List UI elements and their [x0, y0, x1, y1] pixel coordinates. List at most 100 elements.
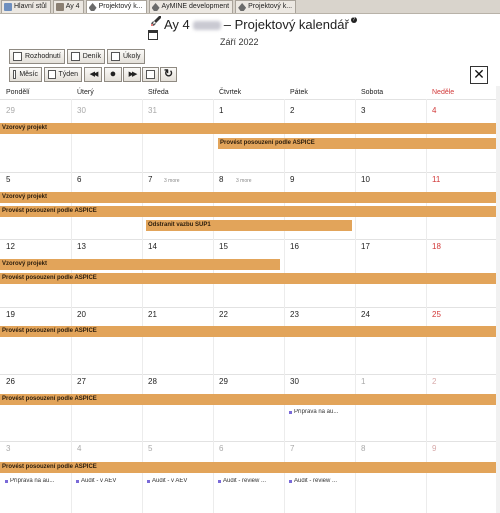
- weekday-fri: Pátek: [290, 89, 308, 96]
- page-title: Ay 4 – Projektový kalendář?: [164, 17, 357, 32]
- event-bar[interactable]: Provést posouzení podle ASPICE: [0, 326, 496, 337]
- tasks-icon: [111, 52, 120, 61]
- diary-button[interactable]: Deník: [67, 49, 105, 64]
- tab-home[interactable]: Hlavní stůl: [1, 0, 51, 13]
- next-button[interactable]: ▶▶: [123, 67, 141, 82]
- day-number[interactable]: 8: [361, 444, 365, 453]
- event-item[interactable]: Příprava na au...: [289, 409, 351, 415]
- refresh-button[interactable]: ↻: [160, 67, 177, 82]
- event-dot-icon: [5, 479, 8, 483]
- event-bar[interactable]: Vzorový projekt: [0, 123, 496, 134]
- day-number[interactable]: 13: [77, 242, 86, 251]
- grid-line: [0, 99, 500, 100]
- day-number[interactable]: 20: [77, 310, 86, 319]
- more-events-link[interactable]: 3 more: [164, 178, 180, 184]
- scrollbar[interactable]: [496, 86, 500, 513]
- event-bar[interactable]: Provést posouzení podle ASPICE: [0, 394, 496, 405]
- day-number[interactable]: 2: [290, 106, 294, 115]
- day-number[interactable]: 7: [148, 175, 152, 184]
- day-number[interactable]: 15: [219, 242, 228, 251]
- day-number[interactable]: 25: [432, 310, 441, 319]
- grid-line: [0, 307, 500, 308]
- tab-label: Ay 4: [65, 3, 80, 10]
- day-number[interactable]: 17: [361, 242, 370, 251]
- event-bar[interactable]: Odstranit vazbu SUP1: [146, 220, 352, 231]
- tab-label: Projektový k...: [98, 3, 143, 10]
- event-item[interactable]: Audit - v AEV: [147, 478, 209, 484]
- day-number[interactable]: 31: [148, 106, 157, 115]
- event-bar[interactable]: Vzorový projekt: [0, 259, 280, 270]
- export-button[interactable]: [142, 67, 159, 82]
- event-item[interactable]: Audit - v AEV: [76, 478, 138, 484]
- project-icon: [55, 3, 64, 11]
- day-number[interactable]: 4: [77, 444, 81, 453]
- event-bar[interactable]: Provést posouzení podle ASPICE: [218, 138, 496, 149]
- day-number[interactable]: 12: [6, 242, 15, 251]
- day-number[interactable]: 14: [148, 242, 157, 251]
- help-icon[interactable]: ?: [350, 17, 357, 23]
- day-number[interactable]: 23: [290, 310, 299, 319]
- day-number[interactable]: 21: [148, 310, 157, 319]
- day-number[interactable]: 11: [432, 175, 440, 184]
- tab-project[interactable]: Ay 4: [52, 0, 84, 13]
- event-label: Audit - v AEV: [81, 478, 117, 484]
- day-number[interactable]: 7: [290, 444, 294, 453]
- day-number[interactable]: 26: [6, 377, 15, 386]
- day-number[interactable]: 1: [219, 106, 223, 115]
- decisions-button[interactable]: Rozhodnutí: [9, 49, 65, 64]
- week-view-button[interactable]: Týden: [44, 67, 82, 82]
- weekday-sat: Sobota: [361, 89, 384, 96]
- day-number[interactable]: 3: [361, 106, 365, 115]
- day-number[interactable]: 27: [77, 377, 86, 386]
- day-number[interactable]: 30: [290, 377, 299, 386]
- close-button[interactable]: ✕: [470, 66, 488, 84]
- day-number[interactable]: 22: [219, 310, 228, 319]
- tab-label: Hlavní stůl: [14, 3, 47, 10]
- rocket-icon: [238, 3, 247, 11]
- day-number[interactable]: 5: [6, 175, 10, 184]
- tab-project-calendar-active[interactable]: Projektový k...: [85, 0, 147, 13]
- day-number[interactable]: 3: [6, 444, 10, 453]
- event-bar[interactable]: Vzorový projekt: [0, 192, 496, 203]
- day-number[interactable]: 29: [6, 106, 15, 115]
- day-number[interactable]: 28: [148, 377, 157, 386]
- event-item[interactable]: Příprava na au...: [5, 478, 67, 484]
- event-item[interactable]: Audit - review ...: [218, 478, 280, 484]
- tasks-button[interactable]: Úkoly: [107, 49, 145, 64]
- day-number[interactable]: 1: [361, 377, 365, 386]
- event-item[interactable]: Audit - review ...: [289, 478, 351, 484]
- day-number[interactable]: 10: [361, 175, 370, 184]
- tab-project-calendar-2[interactable]: Projektový k...: [235, 0, 297, 13]
- day-number[interactable]: 16: [290, 242, 299, 251]
- day-number[interactable]: 5: [148, 444, 152, 453]
- day-number[interactable]: 18: [432, 242, 441, 251]
- button-label: Deník: [82, 53, 101, 60]
- day-number[interactable]: 6: [219, 444, 223, 453]
- day-number[interactable]: 30: [77, 106, 86, 115]
- event-dot-icon: [218, 479, 221, 483]
- tab-aymine-development[interactable]: AyMINE development: [148, 0, 234, 13]
- previous-button[interactable]: ◀◀: [84, 67, 102, 82]
- day-number[interactable]: 2: [432, 377, 436, 386]
- day-number[interactable]: 24: [361, 310, 370, 319]
- today-button[interactable]: ●: [104, 67, 122, 82]
- more-events-link[interactable]: 3 more: [236, 178, 252, 184]
- day-number[interactable]: 4: [432, 106, 436, 115]
- day-number[interactable]: 8: [219, 175, 223, 184]
- event-bar[interactable]: Provést posouzení podle ASPICE: [0, 206, 496, 217]
- day-number[interactable]: 9: [290, 175, 294, 184]
- button-label: Týden: [58, 71, 78, 78]
- page-title-text: – Projektový kalendář: [223, 17, 349, 32]
- tab-label: AyMINE development: [161, 3, 230, 10]
- refresh-icon: ↻: [163, 68, 174, 80]
- calendar-icon: [148, 30, 158, 40]
- day-number[interactable]: 29: [219, 377, 228, 386]
- day-number[interactable]: 19: [6, 310, 15, 319]
- event-bar[interactable]: Provést posouzení podle ASPICE: [0, 273, 496, 284]
- event-bar[interactable]: Provést posouzení podle ASPICE: [0, 462, 496, 473]
- month-view-button[interactable]: Měsíc: [9, 67, 42, 82]
- day-number[interactable]: 6: [77, 175, 81, 184]
- event-label: Příprava na au...: [294, 409, 339, 415]
- button-label: Měsíc: [19, 71, 38, 78]
- day-number[interactable]: 9: [432, 444, 436, 453]
